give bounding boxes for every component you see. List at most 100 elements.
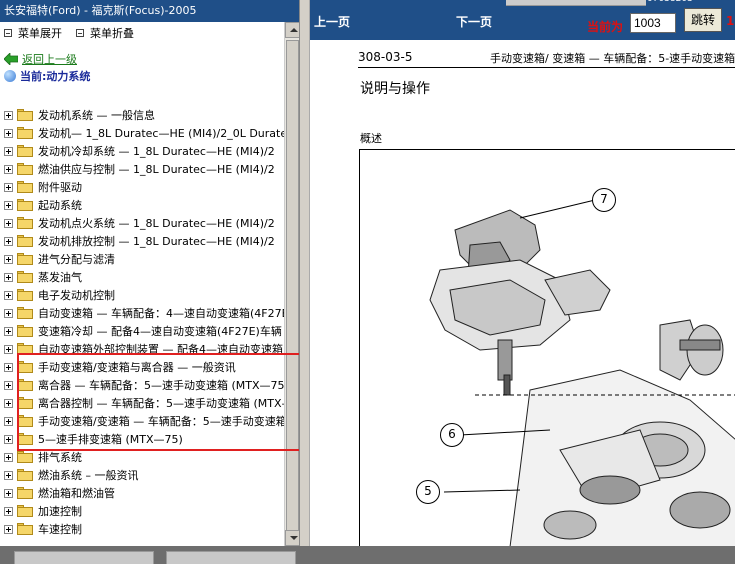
expand-plus-icon[interactable] xyxy=(4,326,13,336)
current-page-label: 当前为 xyxy=(587,20,624,34)
expand-plus-icon[interactable] xyxy=(4,434,13,444)
taskbar-tab[interactable] xyxy=(166,551,296,564)
tree-item[interactable]: 离合器控制 — 车辆配备：5—速手动变速箱 (MTX—75) xyxy=(0,394,299,412)
tree-item[interactable]: 燃油供应与控制 — 1_8L Duratec—HE (MI4)/2 xyxy=(0,160,284,178)
collapse-menu-label: 菜单折叠 xyxy=(90,27,134,40)
panel-splitter[interactable] xyxy=(300,0,310,546)
tree-item[interactable]: 变速箱冷却 — 配备4—速自动变速箱(4F27E)车辆 xyxy=(0,322,284,340)
expand-plus-icon[interactable] xyxy=(4,344,13,354)
tree-item[interactable]: 发动机点火系统 — 1_8L Duratec—HE (MI4)/2 xyxy=(0,214,284,232)
back-arrow-icon xyxy=(4,53,18,65)
expand-plus-icon[interactable] xyxy=(4,506,13,516)
tree-item[interactable]: 蒸发油气 xyxy=(0,268,284,286)
tree-item-label: 进气分配与滤清 xyxy=(38,253,115,266)
document-page: 308-03-5 手动变速箱/ 变速箱 — 车辆配备：5-速手动变速箱 说明与操… xyxy=(310,40,735,546)
tree-item[interactable]: 起动系统 xyxy=(0,196,284,214)
menu-toolbar: 菜单展开 菜单折叠 xyxy=(0,22,299,44)
expand-plus-icon[interactable] xyxy=(4,488,13,498)
tree-item[interactable]: 5—速手排变速箱 (MTX—75) xyxy=(0,430,284,448)
folder-icon xyxy=(17,181,33,193)
current-location: 当前:动力系统 xyxy=(0,68,299,84)
tree-item-label: 附件驱动 xyxy=(38,181,82,194)
back-row: 返回上一级 xyxy=(0,50,299,68)
document-code: 308-03-5 xyxy=(358,50,413,64)
tree-item-label: 加速控制 xyxy=(38,505,82,518)
callout-5: 5 xyxy=(416,480,440,504)
tree-item[interactable]: 自动变速箱 — 车辆配备：4—速自动变速箱(4F27E) xyxy=(0,304,293,322)
tree-item-label: 自动变速箱 — 车辆配备：4—速自动变速箱(4F27E) xyxy=(38,307,293,320)
tree-item-label: 发动机排放控制 — 1_8L Duratec—HE (MI4)/2 xyxy=(38,235,275,248)
tree-item[interactable]: 加速控制 xyxy=(0,502,284,520)
expand-plus-icon[interactable] xyxy=(4,218,13,228)
tree-item[interactable]: 车速控制 xyxy=(0,520,284,538)
top-strip xyxy=(506,0,646,6)
expand-plus-icon[interactable] xyxy=(4,524,13,534)
expand-plus-icon[interactable] xyxy=(4,200,13,210)
expand-plus-icon[interactable] xyxy=(4,236,13,246)
tree-item-label: 发动机冷却系统 — 1_8L Duratec—HE (MI4)/2 xyxy=(38,145,275,158)
prev-page-button[interactable]: 上一页 xyxy=(314,13,350,30)
folder-icon xyxy=(17,235,33,247)
tree-item[interactable]: 发动机冷却系统 — 1_8L Duratec—HE (MI4)/2 xyxy=(0,142,284,160)
expand-icon xyxy=(4,29,12,37)
expand-plus-icon[interactable] xyxy=(4,308,13,318)
tree-item[interactable]: 发动机系统 — 一般信息 xyxy=(0,106,284,124)
expand-plus-icon[interactable] xyxy=(4,164,13,174)
expand-plus-icon[interactable] xyxy=(4,146,13,156)
back-link[interactable]: 返回上一级 xyxy=(22,51,77,67)
jump-button[interactable]: 跳转 xyxy=(684,8,722,32)
tree-item[interactable]: 手动变速箱/变速箱与离合器 — 一般资讯 xyxy=(0,358,284,376)
taskbar-tab[interactable] xyxy=(14,551,154,564)
tree-item[interactable]: 附件驱动 xyxy=(0,178,284,196)
expand-plus-icon[interactable] xyxy=(4,110,13,120)
scroll-thumb[interactable] xyxy=(286,40,299,532)
expand-plus-icon[interactable] xyxy=(4,470,13,480)
expand-plus-icon[interactable] xyxy=(4,254,13,264)
top-number: 07038203 xyxy=(647,0,693,4)
tree-item[interactable]: 自动变速箱外部控制装置 — 配备4—速自动变速箱 xyxy=(0,340,284,358)
vertical-scrollbar[interactable] xyxy=(284,22,299,546)
folder-icon xyxy=(17,361,33,373)
arrow-up-icon xyxy=(290,28,298,32)
collapse-icon xyxy=(76,29,84,37)
tree-item-label: 燃油箱和燃油管 xyxy=(38,487,115,500)
navigation-panel: 长安福特(Ford) - 福克斯(Focus)-2005 菜单展开 菜单折叠 返… xyxy=(0,0,300,546)
expand-plus-icon[interactable] xyxy=(4,290,13,300)
callout-7: 7 xyxy=(592,188,616,212)
folder-icon xyxy=(17,217,33,229)
folder-icon xyxy=(17,523,33,535)
tree-item[interactable]: 发动机排放控制 — 1_8L Duratec—HE (MI4)/2 xyxy=(0,232,284,250)
expand-plus-icon[interactable] xyxy=(4,128,13,138)
tree-item[interactable]: 发动机— 1_8L Duratec—HE (MI4)/2_0L Duratec—… xyxy=(0,124,299,142)
tree-item[interactable]: 离合器 — 车辆配备：5—速手动变速箱 (MTX—75) xyxy=(0,376,289,394)
folder-icon xyxy=(17,253,33,265)
tree-item[interactable]: 电子发动机控制 xyxy=(0,286,284,304)
folder-icon xyxy=(17,415,33,427)
page-toolbar: 07038203 上一页 下一页 当前为 跳转 10 xyxy=(310,0,735,40)
tree-item[interactable]: 燃油系统 – 一般资讯 xyxy=(0,466,284,484)
expand-plus-icon[interactable] xyxy=(4,272,13,282)
folder-icon xyxy=(17,109,33,121)
tree-item[interactable]: 排气系统 xyxy=(0,448,284,466)
next-page-button[interactable]: 下一页 xyxy=(456,13,492,30)
expand-plus-icon[interactable] xyxy=(4,452,13,462)
tree-item[interactable]: 进气分配与滤清 xyxy=(0,250,284,268)
scroll-down-button[interactable] xyxy=(285,530,299,546)
arrow-down-icon xyxy=(290,536,298,540)
expand-plus-icon[interactable] xyxy=(4,362,13,372)
expand-plus-icon[interactable] xyxy=(4,398,13,408)
folder-icon xyxy=(17,469,33,481)
expand-plus-icon[interactable] xyxy=(4,416,13,426)
expand-plus-icon[interactable] xyxy=(4,380,13,390)
expand-menu-button[interactable]: 菜单展开 xyxy=(4,25,62,41)
tree-item-label: 发动机点火系统 — 1_8L Duratec—HE (MI4)/2 xyxy=(38,217,275,230)
expand-plus-icon[interactable] xyxy=(4,182,13,192)
folder-icon xyxy=(17,271,33,283)
scroll-up-button[interactable] xyxy=(285,22,299,38)
document-header: 308-03-5 手动变速箱/ 变速箱 — 车辆配备：5-速手动变速箱 xyxy=(358,48,735,68)
tree-item-label: 电子发动机控制 xyxy=(38,289,115,302)
page-number-input[interactable] xyxy=(630,13,676,33)
tree-item[interactable]: 手动变速箱/变速箱 — 车辆配备：5—速手动变速箱 xyxy=(0,412,287,430)
tree-item[interactable]: 燃油箱和燃油管 xyxy=(0,484,284,502)
collapse-menu-button[interactable]: 菜单折叠 xyxy=(76,25,134,41)
